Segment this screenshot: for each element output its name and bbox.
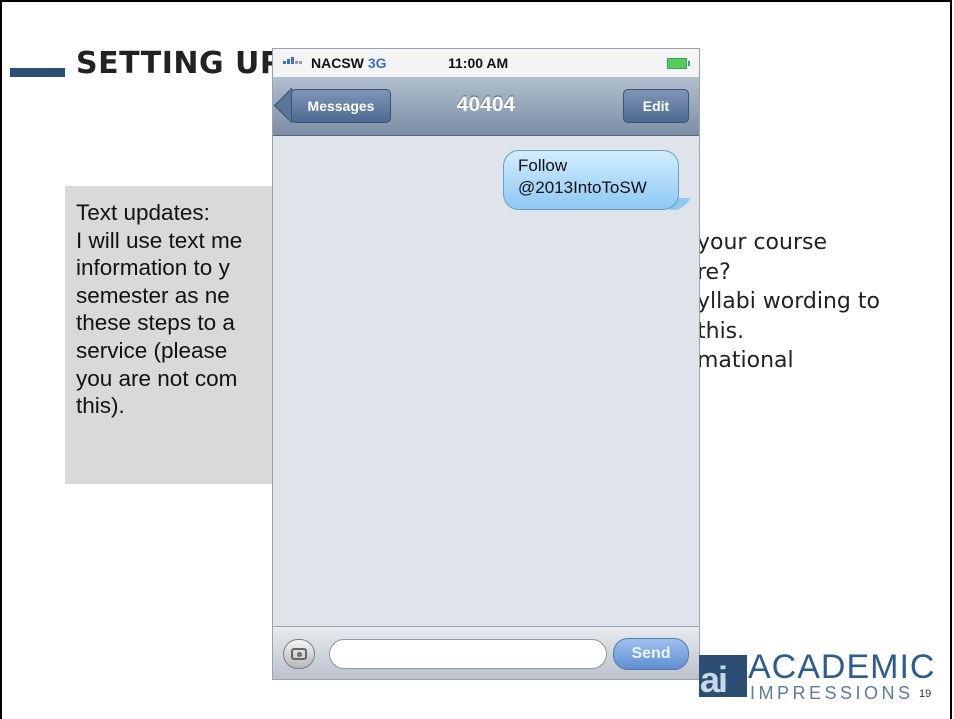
text-line: your course xyxy=(697,230,828,255)
message-bubble[interactable]: Follow @2013IntoToSW xyxy=(503,150,679,210)
message-line: @2013IntoToSW xyxy=(518,178,647,197)
edit-button[interactable]: Edit xyxy=(623,89,689,123)
text-line: mational xyxy=(697,348,794,373)
phone-screenshot: NACSW 3G 11:00 AM Messages 40404 Edit Fol… xyxy=(272,48,700,680)
slide-title: SETTING UP xyxy=(76,46,283,81)
status-bar: NACSW 3G 11:00 AM xyxy=(273,49,699,77)
navigation-bar: Messages 40404 Edit xyxy=(273,77,699,136)
message-input[interactable] xyxy=(329,639,607,669)
text-line: yllabi wording to xyxy=(697,289,880,314)
academic-impressions-logo-mark: ai xyxy=(699,655,747,697)
logo-name-bottom: IMPRESSIONS xyxy=(750,683,914,703)
carrier-label: NACSW xyxy=(311,55,364,71)
logo-name-top: ACADEMIC xyxy=(748,648,936,686)
text-line: re? xyxy=(697,259,731,285)
camera-button[interactable] xyxy=(283,639,315,669)
text-line: this. xyxy=(697,318,745,344)
status-time: 11:00 AM xyxy=(448,55,509,71)
send-button[interactable]: Send xyxy=(613,638,689,670)
network-type: 3G xyxy=(367,55,387,71)
compose-bar: Send xyxy=(273,626,699,679)
signal-bars-icon xyxy=(283,57,302,64)
right-column-text: your course re? yllabi wording to this. … xyxy=(697,228,880,376)
slide: SETTING UP Text updates: I will use text… xyxy=(0,0,952,719)
battery-icon xyxy=(667,58,690,69)
message-thread[interactable]: Follow @2013IntoToSW xyxy=(273,136,699,626)
page-number: 19 xyxy=(919,688,932,700)
carrier-name: NACSW 3G xyxy=(311,55,387,71)
message-line: Follow xyxy=(518,156,568,175)
title-accent-bar xyxy=(10,68,65,77)
camera-icon xyxy=(291,648,307,660)
